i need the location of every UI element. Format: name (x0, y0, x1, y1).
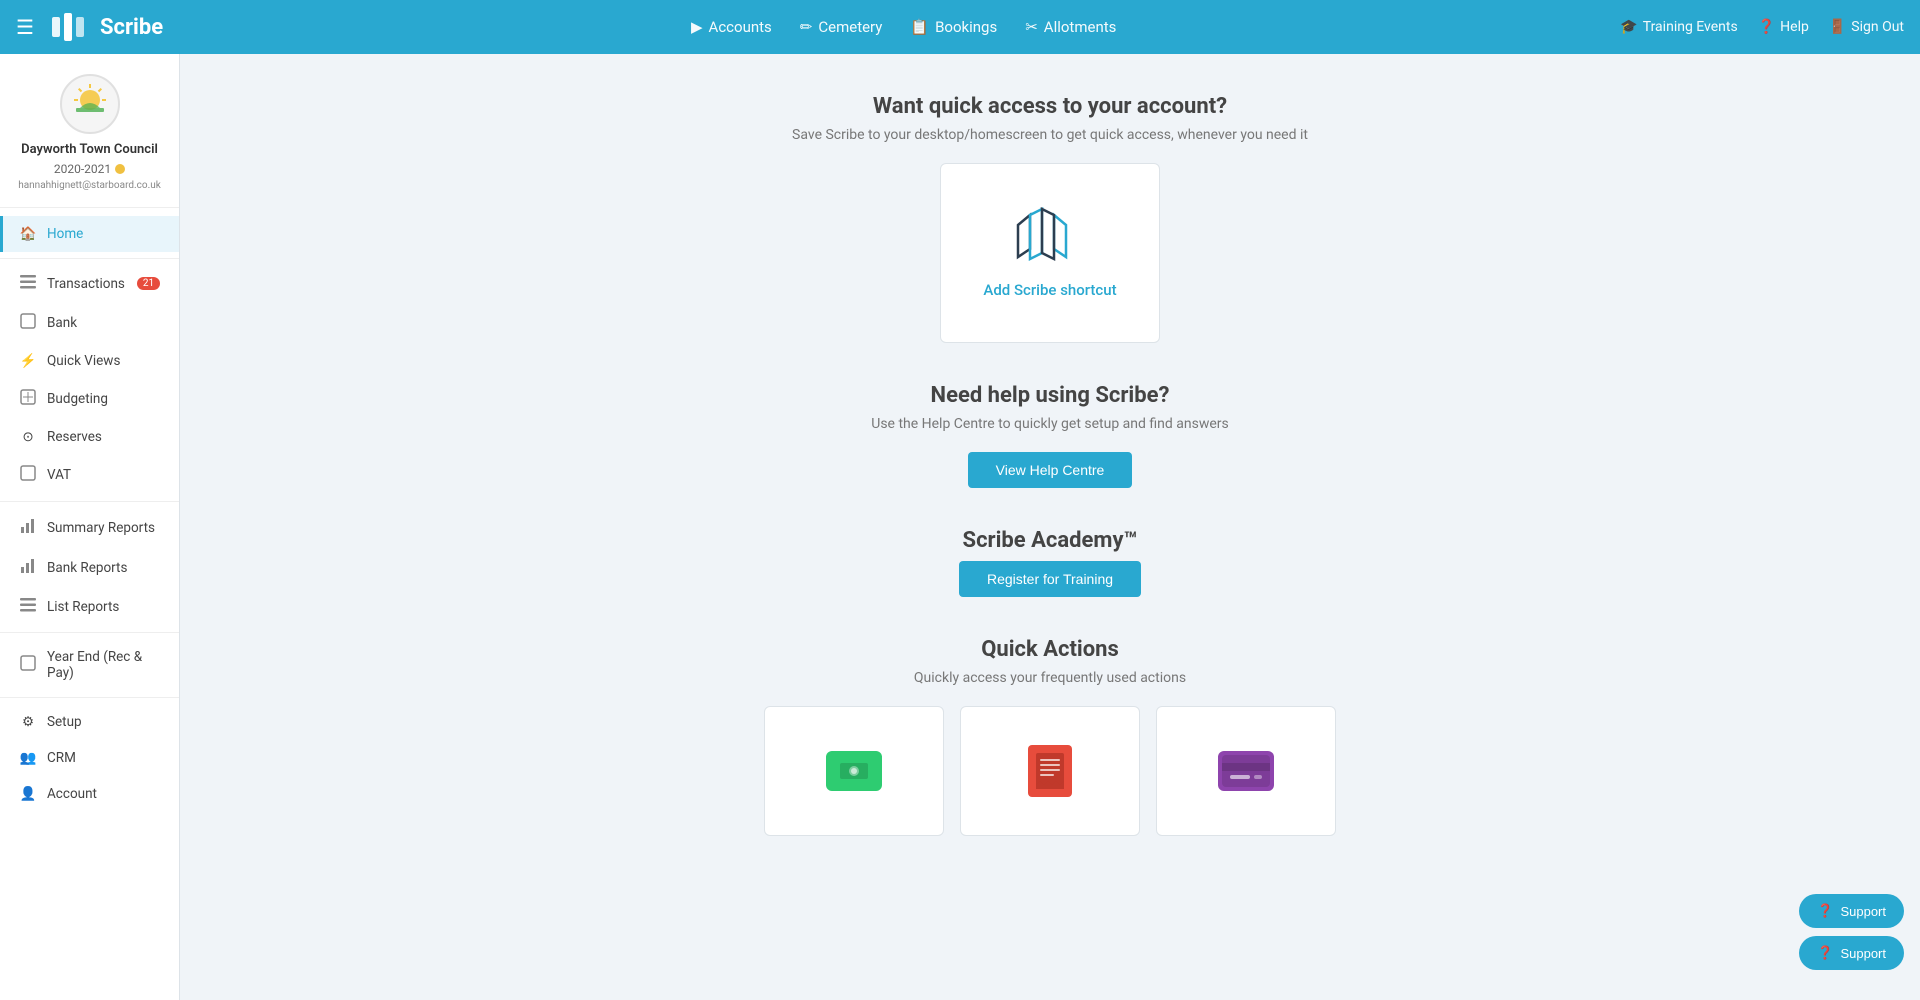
sidebar-item-bank-reports[interactable]: Bank Reports (0, 548, 179, 588)
org-name: Dayworth Town Council (10, 142, 169, 159)
support-icon-2: ❓ (1817, 945, 1833, 961)
vat-icon (19, 465, 37, 485)
home-icon: 🏠 (19, 226, 37, 242)
topnav-links: ▶ Accounts ✏ Cemetery 📋 Bookings ✂ Allot… (187, 18, 1620, 36)
sidebar-item-account[interactable]: 👤 Account (0, 776, 179, 812)
crm-icon: 👥 (19, 750, 37, 766)
account-icon: 👤 (19, 786, 37, 802)
topnav-right-links: 🎓 Training Events ❓ Help 🚪 Sign Out (1620, 19, 1904, 35)
sidebar-nav: 🏠 Home Transactions 21 Bank ⚡ Quick View… (0, 208, 179, 1000)
sidebar-item-bank[interactable]: Bank (0, 303, 179, 343)
money-icon (826, 751, 882, 791)
sidebar-email: hannahhignett@starboard.co.uk (10, 180, 169, 191)
nav-bookings[interactable]: 📋 Bookings (910, 18, 997, 36)
sidebar: Dayworth Town Council 2020-2021 hannahhi… (0, 54, 180, 1000)
setup-icon: ⚙ (19, 714, 37, 730)
sidebar-profile: Dayworth Town Council 2020-2021 hannahhi… (0, 54, 179, 208)
logo-icon (50, 11, 92, 43)
transactions-icon (19, 275, 37, 293)
qa-card-receipt[interactable] (960, 706, 1140, 836)
bank-reports-icon (19, 558, 37, 578)
sidebar-item-transactions[interactable]: Transactions 21 (0, 265, 179, 303)
nav-allotments[interactable]: ✂ Allotments (1025, 18, 1116, 36)
year-status-dot (115, 164, 125, 174)
add-shortcut-card[interactable]: Add Scribe shortcut (940, 163, 1160, 343)
main-content: Want quick access to your account? Save … (180, 54, 1920, 1000)
nav-accounts[interactable]: ▶ Accounts (691, 18, 772, 36)
receipt-icon (1028, 745, 1072, 797)
sign-out-icon: 🚪 (1829, 19, 1846, 35)
transactions-badge: 21 (137, 277, 160, 290)
shortcut-logo (1010, 207, 1090, 267)
logo-link[interactable]: Scribe (50, 11, 163, 43)
quick-actions-section: Quick Actions Quickly access your freque… (200, 637, 1900, 836)
accounts-icon: ▶ (691, 18, 703, 36)
help-section: Need help using Scribe? Use the Help Cen… (200, 383, 1900, 488)
quick-actions-subtitle: Quickly access your frequently used acti… (200, 670, 1900, 686)
sidebar-item-home[interactable]: 🏠 Home (0, 216, 179, 252)
academy-section: Scribe Academy™ Register for Training (200, 528, 1900, 597)
register-training-button[interactable]: Register for Training (959, 561, 1141, 597)
sidebar-item-quick-views[interactable]: ⚡ Quick Views (0, 343, 179, 379)
shortcut-card-label: Add Scribe shortcut (983, 281, 1116, 299)
sidebar-item-reserves[interactable]: ⊙ Reserves (0, 419, 179, 455)
list-reports-icon (19, 598, 37, 616)
bookings-icon: 📋 (910, 18, 929, 36)
sidebar-year: 2020-2021 (10, 162, 169, 176)
year-end-icon (19, 655, 37, 675)
separator-2 (0, 501, 179, 502)
quick-actions-grid (200, 706, 1900, 836)
help-title: Need help using Scribe? (200, 383, 1900, 408)
academy-title: Scribe Academy™ (200, 528, 1900, 553)
budgeting-icon (19, 389, 37, 409)
shortcut-title: Want quick access to your account? (200, 94, 1900, 119)
hamburger-menu[interactable]: ☰ (16, 15, 34, 39)
sidebar-item-vat[interactable]: VAT (0, 455, 179, 495)
support-buttons: ❓ Support ❓ Support (1799, 894, 1904, 970)
sidebar-item-year-end[interactable]: Year End (Rec & Pay) (0, 639, 179, 691)
qa-card-card[interactable] (1156, 706, 1336, 836)
summary-reports-icon (19, 518, 37, 538)
qa-card-money[interactable] (764, 706, 944, 836)
shortcut-subtitle: Save Scribe to your desktop/homescreen t… (200, 127, 1900, 143)
bank-icon (19, 313, 37, 333)
help-subtitle: Use the Help Centre to quickly get setup… (200, 416, 1900, 432)
quick-views-icon: ⚡ (19, 353, 37, 369)
avatar (60, 74, 120, 134)
quick-actions-title: Quick Actions (200, 637, 1900, 662)
sidebar-item-budgeting[interactable]: Budgeting (0, 379, 179, 419)
view-help-centre-button[interactable]: View Help Centre (968, 452, 1133, 488)
nav-training-events[interactable]: 🎓 Training Events (1620, 19, 1737, 35)
sidebar-item-crm[interactable]: 👥 CRM (0, 740, 179, 776)
help-icon: ❓ (1758, 19, 1775, 35)
separator-4 (0, 697, 179, 698)
support-icon-1: ❓ (1817, 903, 1833, 919)
separator-3 (0, 632, 179, 633)
main-layout: Dayworth Town Council 2020-2021 hannahhi… (0, 54, 1920, 1000)
logo-text: Scribe (100, 15, 163, 40)
separator (0, 258, 179, 259)
nav-cemetery[interactable]: ✏ Cemetery (800, 18, 883, 36)
card-icon (1218, 751, 1274, 791)
nav-sign-out[interactable]: 🚪 Sign Out (1829, 19, 1904, 35)
nav-help[interactable]: ❓ Help (1758, 19, 1809, 35)
sidebar-item-list-reports[interactable]: List Reports (0, 588, 179, 626)
support-button-2[interactable]: ❓ Support (1799, 936, 1904, 970)
shortcut-section: Want quick access to your account? Save … (200, 94, 1900, 343)
training-events-icon: 🎓 (1620, 19, 1637, 35)
support-button-1[interactable]: ❓ Support (1799, 894, 1904, 928)
allotments-icon: ✂ (1025, 18, 1038, 36)
top-navigation: ☰ Scribe ▶ Accounts ✏ Cemetery 📋 Booking… (0, 0, 1920, 54)
sidebar-item-summary-reports[interactable]: Summary Reports (0, 508, 179, 548)
reserves-icon: ⊙ (19, 429, 37, 445)
sidebar-item-setup[interactable]: ⚙ Setup (0, 704, 179, 740)
cemetery-icon: ✏ (800, 18, 813, 36)
